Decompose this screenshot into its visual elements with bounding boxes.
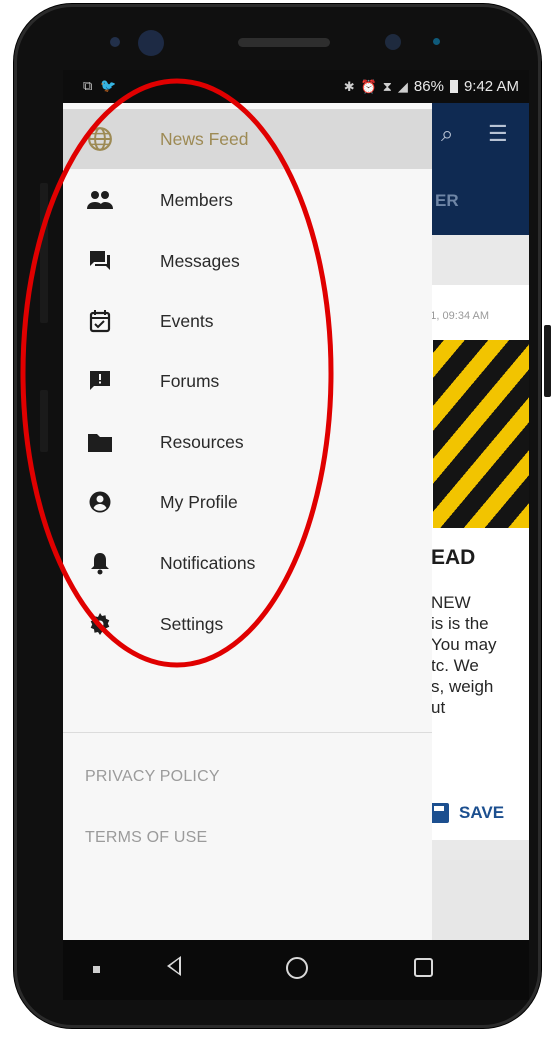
gear-icon [85, 609, 115, 639]
post-body-line: s, weigh [431, 677, 494, 696]
drawer-item-news-feed[interactable]: News Feed [63, 109, 432, 169]
privacy-policy-link[interactable]: PRIVACY POLICY [85, 768, 220, 786]
twitter-icon: 🐦 [100, 78, 117, 93]
volume-button [40, 183, 48, 323]
forum-icon [85, 246, 115, 276]
drawer-item-label: My Profile [160, 491, 238, 512]
drawer-item-label: News Feed [160, 128, 249, 149]
drawer-item-label: Events [160, 310, 214, 331]
status-bar: ⧉ 🐦 ✱ ⏰ ⧗ ◢ 86% 9:42 AM [63, 70, 529, 103]
bixby-button [40, 390, 48, 452]
drawer-item-settings[interactable]: Settings [63, 594, 432, 654]
save-icon [429, 803, 449, 823]
phone-screen: ⧉ 🐦 ✱ ⏰ ⧗ ◢ 86% 9:42 AM ⌕ ☰ ER 11, 09:34… [63, 70, 529, 1058]
drawer-item-events[interactable]: Events [63, 291, 432, 351]
drawer-item-label: Members [160, 189, 233, 210]
drawer-item-label: Notifications [160, 552, 256, 573]
post-body-line: NEW [431, 593, 471, 612]
power-button [544, 325, 551, 397]
post-image [433, 340, 529, 528]
post-timestamp: 11, 09:34 AM [425, 310, 490, 322]
hourglass-icon: ⧗ [382, 78, 392, 94]
account-circle-icon [85, 487, 115, 517]
filter-icon[interactable]: ☰ [488, 121, 508, 147]
folder-icon [85, 427, 115, 457]
indicator-led [433, 38, 440, 45]
save-label: SAVE [459, 803, 505, 822]
calendar-check-icon [85, 306, 115, 336]
drawer-item-label: Forums [160, 370, 220, 391]
navigation-drawer: News Feed Members Messages Events Forums… [63, 103, 432, 940]
back-icon[interactable] [167, 956, 181, 976]
home-icon[interactable] [286, 957, 308, 979]
light-sensor [385, 34, 401, 50]
feedback-icon [85, 366, 115, 396]
bell-icon [85, 548, 115, 578]
drawer-divider [63, 732, 432, 733]
battery-icon [449, 80, 458, 93]
drawer-item-forums[interactable]: Forums [63, 351, 432, 411]
drawer-item-messages[interactable]: Messages [63, 231, 432, 291]
drawer-item-resources[interactable]: Resources [63, 412, 432, 472]
drawer-item-my-profile[interactable]: My Profile [63, 472, 432, 532]
alarm-icon: ⏰ [360, 78, 377, 94]
post-body-line: You may [431, 635, 497, 654]
bluetooth-icon: ✱ [343, 78, 355, 94]
terms-of-use-link[interactable]: TERMS OF USE [85, 829, 207, 847]
tab-label-partial[interactable]: ER [435, 191, 459, 211]
post-body-line: is is the [431, 614, 489, 633]
drawer-item-label: Messages [160, 250, 240, 271]
front-camera [138, 30, 164, 56]
globe-icon [85, 124, 115, 154]
post-body-line: ut [431, 698, 446, 717]
system-nav-bar [63, 940, 529, 1000]
drawer-item-members[interactable]: Members [63, 170, 432, 230]
search-icon[interactable]: ⌕ [441, 121, 453, 147]
status-time: 9:42 AM [463, 78, 519, 95]
screen-content: ⧉ 🐦 ✱ ⏰ ⧗ ◢ 86% 9:42 AM ⌕ ☰ ER 11, 09:34… [63, 70, 529, 940]
recent-apps-icon[interactable] [414, 958, 433, 977]
drawer-item-notifications[interactable]: Notifications [63, 533, 432, 593]
proximity-sensor [110, 37, 120, 47]
people-icon [85, 185, 115, 215]
post-headline: EAD [431, 546, 476, 569]
battery-percent: 86% [413, 78, 444, 95]
post-body-line: tc. We [431, 656, 479, 675]
earpiece-speaker [238, 38, 330, 47]
drawer-item-label: Settings [160, 613, 224, 634]
signal-icon: ◢ [397, 78, 408, 94]
menu-dot-icon[interactable] [93, 966, 100, 973]
cast-icon: ⧉ [83, 78, 93, 93]
feed-separator [418, 860, 529, 940]
drawer-item-label: Resources [160, 431, 244, 452]
save-button[interactable]: SAVE [429, 803, 504, 823]
